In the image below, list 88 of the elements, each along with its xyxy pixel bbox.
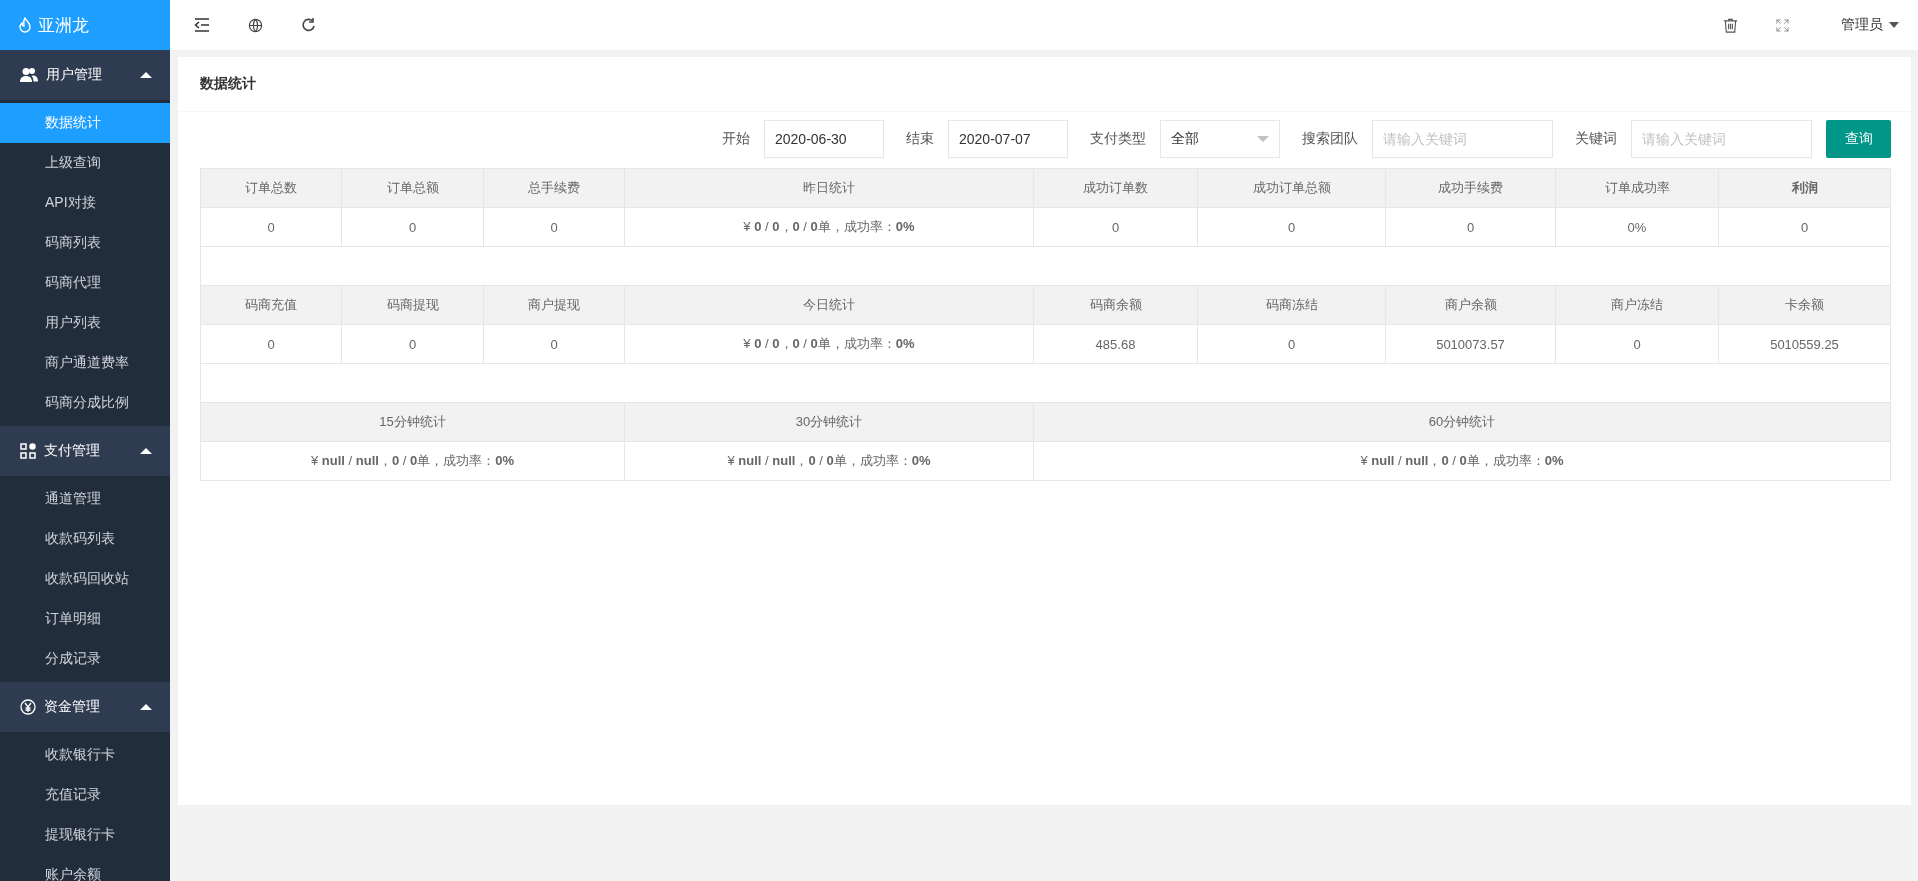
caret-icon xyxy=(1257,136,1269,142)
table-cell: 0 xyxy=(1718,207,1891,247)
sidebar-item[interactable]: 提现银行卡 xyxy=(0,815,170,855)
table-cell: 0 xyxy=(200,324,342,364)
apps-icon xyxy=(20,443,36,459)
table-header-cell: 码商充值 xyxy=(200,285,342,325)
table-header-cell: 成功订单数 xyxy=(1033,168,1198,208)
table-header-cell: 商户冻结 xyxy=(1555,285,1719,325)
table-cell: 0 xyxy=(1555,324,1719,364)
table-header-cell: 利润 xyxy=(1718,168,1891,208)
refresh-icon[interactable] xyxy=(301,17,317,33)
table-cell: 0 xyxy=(1385,207,1556,247)
table-cell: 0 xyxy=(341,207,484,247)
sidebar-item[interactable]: 上级查询 xyxy=(0,143,170,183)
menu-fold-icon[interactable] xyxy=(194,18,210,32)
table-header-cell: 订单总额 xyxy=(341,168,484,208)
table-header-cell: 今日统计 xyxy=(624,285,1034,325)
sidebar-item[interactable]: API对接 xyxy=(0,183,170,223)
table-header-cell: 15分钟统计 xyxy=(200,402,625,442)
search-field[interactable]: 请输入关键词 xyxy=(1372,120,1553,158)
table-header-cell: 码商提现 xyxy=(341,285,484,325)
fullscreen-icon[interactable] xyxy=(1776,18,1789,32)
table-header-cell: 码商余额 xyxy=(1033,285,1198,325)
sidebar-item[interactable]: 账户余额 xyxy=(0,855,170,881)
search-field[interactable]: 请输入关键词 xyxy=(1631,120,1812,158)
table-cell: 0% xyxy=(1555,207,1719,247)
sidebar-item[interactable]: 收款银行卡 xyxy=(0,735,170,775)
table-cell: 485.68 xyxy=(1033,324,1198,364)
filter-label: 搜索团队 xyxy=(1302,130,1358,148)
table-header-cell: 昨日统计 xyxy=(624,168,1034,208)
table-header-cell: 总手续费 xyxy=(483,168,625,208)
sidebar-item[interactable]: 通道管理 xyxy=(0,479,170,519)
table-cell: 5010073.57 xyxy=(1385,324,1556,364)
query-button[interactable]: 查询 xyxy=(1826,120,1891,158)
filter-label: 关键词 xyxy=(1575,130,1617,148)
sidebar-item[interactable]: 收款码回收站 xyxy=(0,559,170,599)
table-cell: ¥ null / null，0 / 0单，成功率：0% xyxy=(624,441,1034,481)
filter-label: 结束 xyxy=(906,130,934,148)
sidebar-item[interactable]: 订单明细 xyxy=(0,599,170,639)
table-cell: 0 xyxy=(1197,324,1386,364)
table-cell: 0 xyxy=(341,324,484,364)
sidebar-item[interactable]: 分成记录 xyxy=(0,639,170,679)
table-cell: ¥ 0 / 0，0 / 0单，成功率：0% xyxy=(624,207,1034,247)
table-cell: 0 xyxy=(1197,207,1386,247)
table-header-cell: 成功手续费 xyxy=(1385,168,1556,208)
table-header-cell: 订单总数 xyxy=(200,168,342,208)
caret-icon xyxy=(140,704,152,710)
user-menu[interactable]: 管理员 xyxy=(1841,16,1899,34)
table-cell: ¥ null / null，0 / 0单，成功率：0% xyxy=(200,441,625,481)
caret-icon xyxy=(140,448,152,454)
sidebar-item[interactable]: 码商代理 xyxy=(0,263,170,303)
trash-icon[interactable] xyxy=(1723,17,1738,33)
table-header-cell: 成功订单总额 xyxy=(1197,168,1386,208)
date-field[interactable]: 2020-06-30 xyxy=(764,120,884,158)
date-field[interactable]: 2020-07-07 xyxy=(948,120,1068,158)
filter-label: 开始 xyxy=(722,130,750,148)
sidebar-item[interactable]: 充值记录 xyxy=(0,775,170,815)
table-header-cell: 商户余额 xyxy=(1385,285,1556,325)
flame-icon xyxy=(18,17,32,33)
table-cell: 5010559.25 xyxy=(1718,324,1891,364)
table-header-cell: 60分钟统计 xyxy=(1033,402,1891,442)
caret-icon xyxy=(1889,22,1899,28)
table-header-cell: 商户提现 xyxy=(483,285,625,325)
sidebar-group-header[interactable]: 用户管理 xyxy=(0,50,170,100)
users-icon xyxy=(20,67,38,83)
caret-icon xyxy=(140,72,152,78)
table-cell: 0 xyxy=(1033,207,1198,247)
table-header-cell: 卡余额 xyxy=(1718,285,1891,325)
table-header-cell: 订单成功率 xyxy=(1555,168,1719,208)
table-cell: ¥ 0 / 0，0 / 0单，成功率：0% xyxy=(624,324,1034,364)
table-cell: ¥ null / null，0 / 0单，成功率：0% xyxy=(1033,441,1891,481)
sidebar-item[interactable]: 码商列表 xyxy=(0,223,170,263)
table-header-cell: 30分钟统计 xyxy=(624,402,1034,442)
yen-icon xyxy=(20,699,36,715)
globe-icon[interactable] xyxy=(248,17,263,33)
table-cell: 0 xyxy=(200,207,342,247)
page-title: 数据统计 xyxy=(178,57,1911,112)
sidebar-item[interactable]: 码商分成比例 xyxy=(0,383,170,423)
table-cell: 0 xyxy=(483,324,625,364)
table-header-cell: 码商冻结 xyxy=(1197,285,1386,325)
filter-label: 支付类型 xyxy=(1090,130,1146,148)
select-field[interactable]: 全部 xyxy=(1160,120,1280,158)
sidebar-item[interactable]: 收款码列表 xyxy=(0,519,170,559)
sidebar-group-header[interactable]: 支付管理 xyxy=(0,426,170,476)
sidebar-item[interactable]: 商户通道费率 xyxy=(0,343,170,383)
table-cell: 0 xyxy=(483,207,625,247)
sidebar-group-header[interactable]: 资金管理 xyxy=(0,682,170,732)
sidebar-item[interactable]: 用户列表 xyxy=(0,303,170,343)
